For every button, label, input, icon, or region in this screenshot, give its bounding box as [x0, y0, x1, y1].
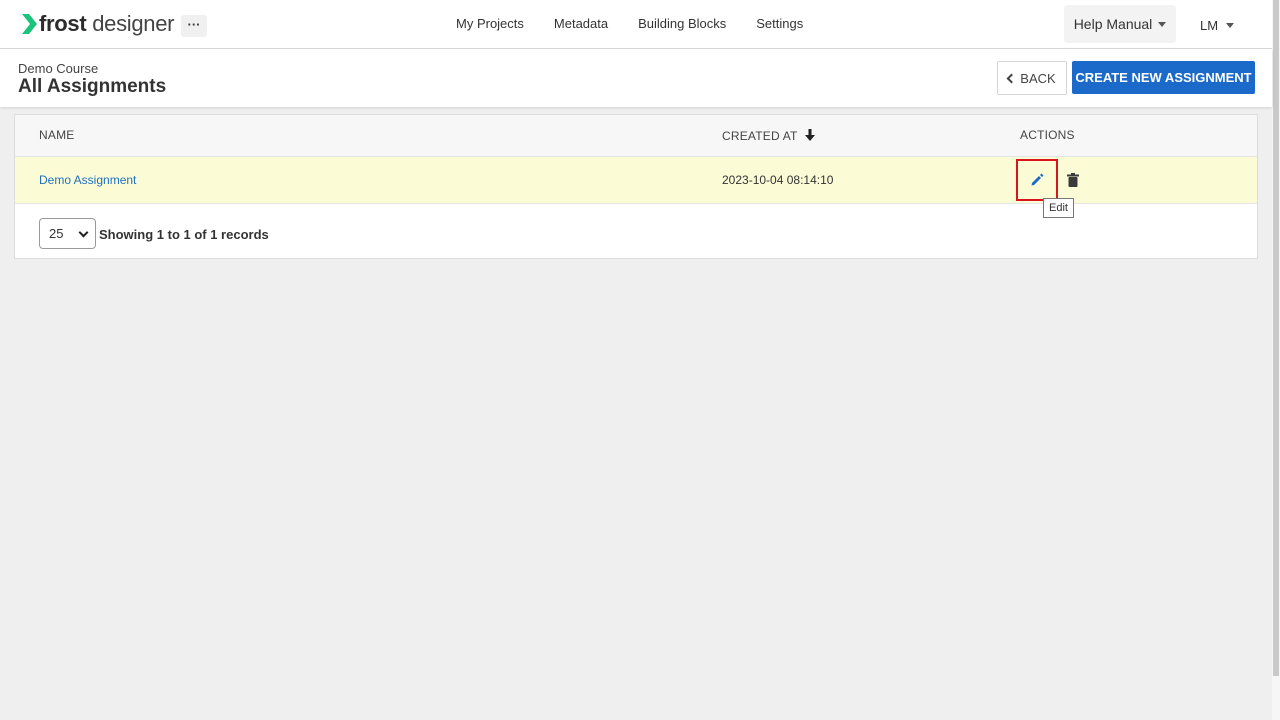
breadcrumb-course[interactable]: Demo Course [18, 61, 98, 76]
scrollbar-thumb[interactable] [1273, 0, 1279, 676]
logo-word-designer: designer [92, 11, 175, 36]
create-new-assignment-button[interactable]: CREATE NEW ASSIGNMENT [1072, 61, 1255, 94]
table-footer: 25 Showing 1 to 1 of 1 records [15, 204, 1257, 258]
caret-down-icon [1226, 22, 1235, 28]
frost-designer-logo[interactable]: frost designer [20, 10, 175, 38]
edit-button[interactable] [1016, 159, 1058, 201]
back-button-label: BACK [1020, 70, 1056, 86]
column-header-name[interactable]: NAME [39, 128, 74, 142]
caret-down-icon [1158, 21, 1167, 27]
top-navbar: frost designer ··· My Projects Metadata … [0, 0, 1272, 49]
table-row: Demo Assignment 2023-10-04 08:14:10 [15, 157, 1257, 204]
nav-item-building-blocks[interactable]: Building Blocks [638, 16, 726, 31]
help-manual-dropdown[interactable]: Help Manual [1064, 5, 1176, 43]
nav-item-settings[interactable]: Settings [756, 16, 803, 31]
more-menu-button[interactable]: ··· [181, 15, 207, 37]
delete-button[interactable] [1065, 171, 1081, 189]
column-header-actions: ACTIONS [1020, 128, 1075, 142]
assignment-created-at: 2023-10-04 08:14:10 [722, 173, 834, 187]
trash-icon [1067, 173, 1079, 187]
logo-word-frost: frost [39, 11, 87, 36]
page-size-select[interactable]: 25 [39, 218, 96, 249]
logo-chevron-icon [22, 14, 37, 34]
column-header-created-at-label: CREATED AT [722, 129, 798, 143]
logo-wordmark: frost designer [39, 11, 175, 36]
pencil-icon [1031, 173, 1044, 186]
chevron-left-icon [1006, 73, 1017, 83]
column-header-created-at[interactable]: CREATED AT [722, 128, 815, 143]
table-header-row: NAME CREATED AT ACTIONS [15, 115, 1257, 157]
back-button[interactable]: BACK [997, 61, 1067, 95]
nav-item-metadata[interactable]: Metadata [554, 16, 608, 31]
help-manual-label: Help Manual [1073, 16, 1153, 32]
assignments-table-card: NAME CREATED AT ACTIONS Demo Assignment … [14, 114, 1258, 259]
user-menu-dropdown[interactable]: LM [1200, 14, 1235, 36]
records-info: Showing 1 to 1 of 1 records [99, 227, 269, 242]
user-initials: LM [1200, 17, 1219, 33]
page-scrollbar[interactable] [1272, 0, 1280, 720]
nav-item-my-projects[interactable]: My Projects [456, 16, 524, 31]
main-nav: My Projects Metadata Building Blocks Set… [456, 0, 833, 48]
page-title: All Assignments [18, 76, 167, 97]
assignment-name-link[interactable]: Demo Assignment [39, 173, 136, 187]
sort-descending-icon [804, 129, 815, 141]
page-size-value: 25 [49, 226, 64, 241]
page-header: Demo Course All Assignments BACK CREATE … [0, 49, 1272, 107]
chevron-down-icon [78, 227, 89, 238]
